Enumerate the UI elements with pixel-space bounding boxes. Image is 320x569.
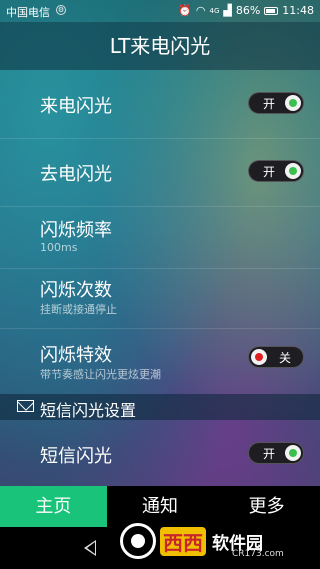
network-type-icon: 4G <box>209 6 220 15</box>
setting-row-outgoing-flash[interactable]: 去电闪光 开 <box>0 138 320 207</box>
clock: 11:48 <box>282 4 314 17</box>
status-bar: 中国电信 ⚙ ⏰ ◠ 4G ▟ 86% 11:48 <box>0 0 320 22</box>
alarm-icon: ⏰ <box>178 4 192 17</box>
setting-value: 100ms <box>40 241 78 254</box>
watermark-url: CR173.com <box>232 549 284 559</box>
watermark-logo-icon <box>120 523 156 559</box>
watermark: 西西 软件园 CR173.com <box>120 519 310 563</box>
incoming-flash-toggle[interactable]: 开 <box>248 92 304 114</box>
toggle-knob <box>285 95 301 111</box>
setting-label: 来电闪光 <box>40 96 112 117</box>
toggle-text: 关 <box>278 351 291 365</box>
envelope-icon <box>17 400 34 412</box>
section-title: 短信闪光设置 <box>40 401 137 420</box>
wifi-icon: ◠ <box>195 4 206 17</box>
tab-home[interactable]: 主页 <box>0 486 107 527</box>
carrier-label: 中国电信 <box>6 6 50 19</box>
back-icon[interactable] <box>84 540 96 556</box>
setting-label: 短信闪光 <box>40 446 112 467</box>
watermark-brand: 西西 <box>160 526 206 556</box>
setting-row-flash-effect[interactable]: 闪烁特效 带节奏感让闪光更炫更潮 关 <box>0 328 320 394</box>
battery-percent: 86% <box>235 4 261 17</box>
toggle-knob <box>285 445 301 461</box>
setting-label: 闪烁次数 <box>40 280 112 301</box>
flash-effect-toggle[interactable]: 关 <box>248 346 304 368</box>
setting-description: 带节奏感让闪光更炫更潮 <box>40 368 161 381</box>
battery-icon <box>264 6 279 15</box>
setting-row-incoming-flash[interactable]: 来电闪光 开 <box>0 70 320 139</box>
toggle-knob <box>251 349 267 365</box>
app-screen: 中国电信 ⚙ ⏰ ◠ 4G ▟ 86% 11:48 LT来电闪光 来电闪光 开 … <box>0 0 320 569</box>
setting-row-flash-frequency[interactable]: 闪烁频率 100ms <box>0 206 320 269</box>
outgoing-flash-toggle[interactable]: 开 <box>248 160 304 182</box>
signal-icon: ▟ <box>223 4 232 17</box>
setting-label: 去电闪光 <box>40 164 112 185</box>
toggle-knob <box>285 163 301 179</box>
setting-description: 挂断或接通停止 <box>40 303 117 316</box>
sms-section-header: 短信闪光设置 <box>0 394 320 420</box>
setting-label: 闪烁频率 <box>40 220 112 241</box>
toggle-text: 开 <box>263 97 276 111</box>
toggle-text: 开 <box>263 447 276 461</box>
setting-row-sms-flash[interactable]: 短信闪光 开 <box>0 420 320 486</box>
setting-row-flash-count[interactable]: 闪烁次数 挂断或接通停止 <box>0 268 320 329</box>
status-icons: ⏰ ◠ 4G ▟ 86% 11:48 <box>178 4 314 17</box>
setting-label: 闪烁特效 <box>40 345 112 366</box>
sms-flash-toggle[interactable]: 开 <box>248 442 304 464</box>
page-title: LT来电闪光 <box>0 22 320 70</box>
settings-badge-icon: ⚙ <box>56 5 66 15</box>
toggle-text: 开 <box>263 165 276 179</box>
